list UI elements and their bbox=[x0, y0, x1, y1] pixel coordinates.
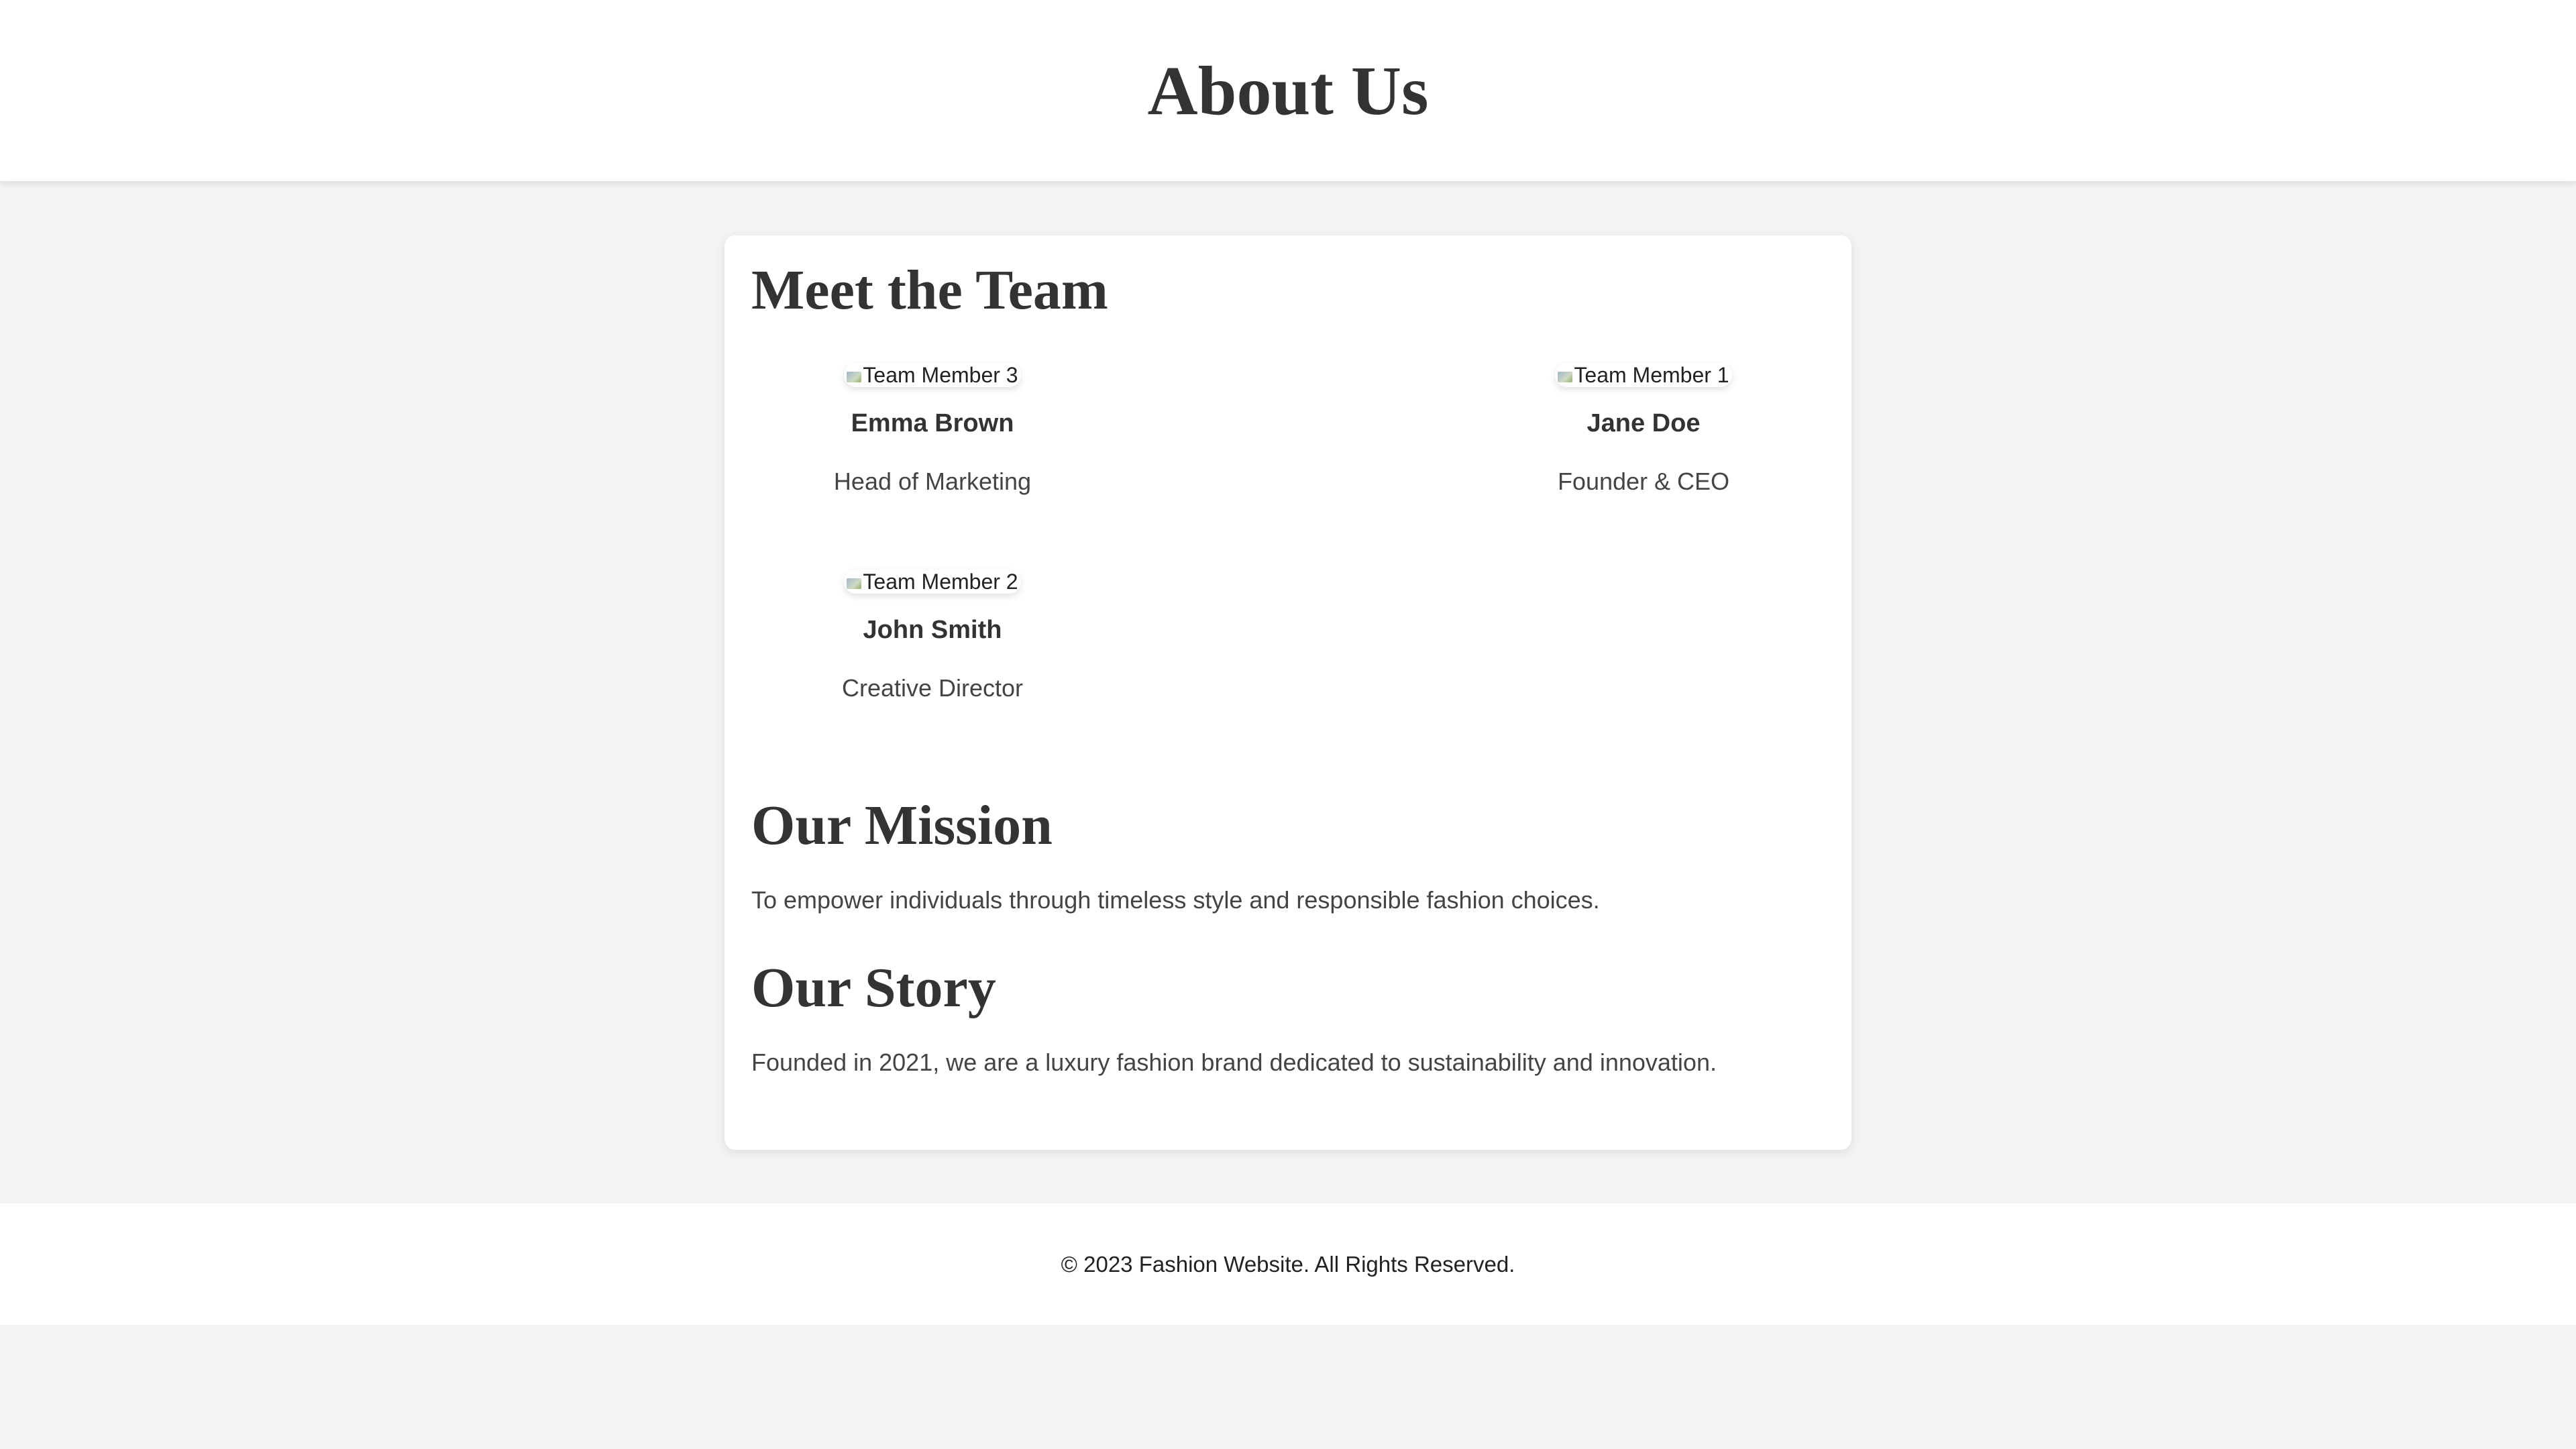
story-section-title: Our Story bbox=[751, 957, 996, 1019]
team-member-photo-alt: Team Member 2 bbox=[863, 570, 1018, 594]
team-member-name: John Smith bbox=[863, 616, 1002, 644]
site-header: About Us bbox=[0, 0, 2576, 181]
team-member-photo: Team Member 3 bbox=[844, 363, 1021, 387]
team-member-photo: Team Member 1 bbox=[1555, 363, 1732, 387]
team-member-name: Emma Brown bbox=[851, 409, 1014, 437]
team-member-role: Founder & CEO bbox=[1557, 468, 1730, 495]
mission-text: To empower individuals through timeless … bbox=[751, 886, 1600, 914]
team-section-title: Meet the Team bbox=[751, 259, 1108, 321]
about-content-card: Meet the Team Team Member 3 Emma Brown H… bbox=[724, 235, 1851, 1150]
team-member-photo: Team Member 2 bbox=[844, 570, 1021, 594]
team-member-role: Head of Marketing bbox=[833, 468, 1032, 495]
team-member-card: Team Member 2 John Smith Creative Direct… bbox=[758, 570, 1107, 702]
site-footer: © 2023 Fashion Website. All Rights Reser… bbox=[0, 1203, 2576, 1325]
mission-section-title: Our Mission bbox=[751, 794, 1053, 857]
page-title: About Us bbox=[1147, 52, 1429, 129]
team-member-photo-alt: Team Member 3 bbox=[863, 363, 1018, 387]
broken-image-icon bbox=[1558, 371, 1573, 382]
broken-image-icon bbox=[847, 578, 862, 589]
story-text: Founded in 2021, we are a luxury fashion… bbox=[751, 1049, 1717, 1076]
team-member-card: Team Member 3 Emma Brown Head of Marketi… bbox=[758, 363, 1107, 496]
team-member-name: Jane Doe bbox=[1587, 409, 1701, 437]
copyright-text: © 2023 Fashion Website. All Rights Reser… bbox=[1061, 1251, 1515, 1277]
team-member-card: Team Member 1 Jane Doe Founder & CEO bbox=[1469, 363, 1818, 496]
team-member-photo-alt: Team Member 1 bbox=[1574, 363, 1729, 387]
broken-image-icon bbox=[847, 371, 862, 382]
team-member-role: Creative Director bbox=[841, 674, 1024, 702]
